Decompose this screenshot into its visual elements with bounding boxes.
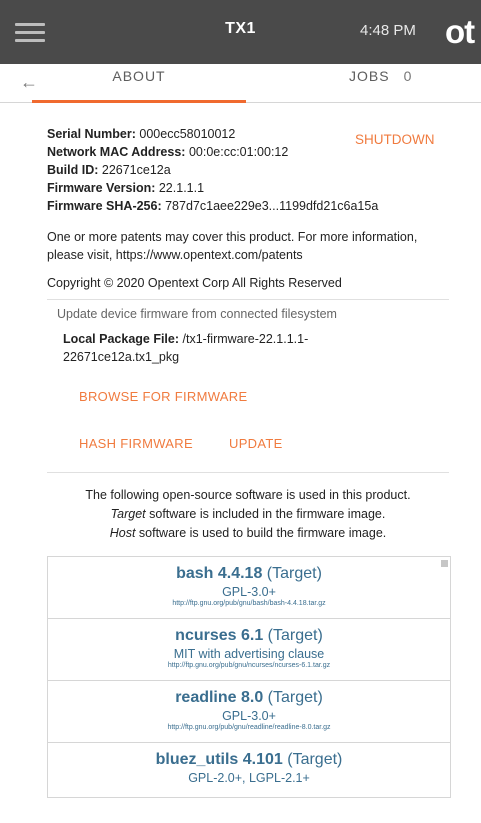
tab-bar: ← ABOUT JOBS 0 [0,64,481,103]
package-license: GPL-3.0+ [222,585,276,599]
package-name: bash 4.4.18 [176,565,263,582]
jobs-count: 0 [403,68,413,84]
scrollbar-thumb[interactable] [441,560,448,567]
package-tag: (Target) [263,689,323,706]
package-title: readline 8.0 (Target) [48,689,450,707]
open-source-notice: The following open-source software is us… [47,486,449,543]
build-id-label: Build ID: [47,163,99,177]
hash-firmware-button[interactable]: HASH FIRMWARE [79,436,193,451]
firmware-sha-row: Firmware SHA-256: 787d7c1aee229e3...1199… [47,197,378,215]
package-name: bluez_utils 4.101 [155,751,283,768]
package-license: GPL-2.0+, LGPL-2.1+ [188,771,310,785]
opentext-logo: ot [445,13,475,50]
package-license: GPL-3.0+ [222,709,276,723]
tab-jobs[interactable]: JOBS 0 [349,64,439,102]
serial-number-value: 000ecc58010012 [139,127,236,141]
app-header: TX1 4:48 PM ot [0,0,481,64]
package-item: readline 8.0 (Target) GPL-3.0+ http://ft… [48,681,450,743]
firmware-version-label: Firmware Version: [47,181,156,195]
active-tab-indicator [32,100,246,103]
serial-number-row: Serial Number: 000ecc58010012 [47,125,378,143]
local-package-label: Local Package File: [63,332,180,346]
oss-line-1: The following open-source software is us… [85,488,411,502]
package-url[interactable]: http://ftp.gnu.org/pub/gnu/bash/bash-4.4… [48,600,450,607]
clock: 4:48 PM [360,22,416,39]
divider [47,472,449,473]
package-url[interactable]: http://ftp.gnu.org/pub/gnu/readline/read… [48,724,450,731]
oss-target-word: Target [110,507,146,521]
package-list[interactable]: bash 4.4.18 (Target) GPL-3.0+ http://ftp… [47,556,451,798]
mac-address-row: Network MAC Address: 00:0e:cc:01:00:12 [47,143,378,161]
package-tag: (Target) [262,565,322,582]
update-section-heading: Update device firmware from connected fi… [57,307,337,321]
oss-line-2: Target software is included in the firmw… [47,505,449,524]
shutdown-button[interactable]: SHUTDOWN [355,132,435,147]
device-info: Serial Number: 000ecc58010012 Network MA… [47,125,378,215]
tab-about[interactable]: ABOUT [32,64,246,103]
package-title: bash 4.4.18 (Target) [48,565,450,583]
package-item: ncurses 6.1 (Target) MIT with advertisin… [48,619,450,681]
tab-jobs-label: JOBS [349,68,390,84]
package-item: bluez_utils 4.101 (Target) GPL-2.0+, LGP… [48,743,450,797]
firmware-sha-value: 787d7c1aee229e3...1199dfd21c6a15a [165,199,379,213]
package-item: bash 4.4.18 (Target) GPL-3.0+ http://ftp… [48,557,450,619]
oss-host-word: Host [109,526,136,540]
firmware-sha-label: Firmware SHA-256: [47,199,162,213]
firmware-version-value: 22.1.1.1 [158,181,205,195]
package-tag: (Target) [263,627,323,644]
oss-line-2-rest: software is included in the firmware ima… [145,507,386,521]
patent-notice: One or more patents may cover this produ… [47,230,418,262]
tab-about-label: ABOUT [112,68,166,84]
mac-address-value: 00:0e:cc:01:00:12 [188,145,289,159]
package-tag: (Target) [282,751,343,768]
package-license: MIT with advertising clause [173,647,325,661]
oss-line-3-rest: software is used to build the firmware i… [135,526,387,540]
local-package-file: Local Package File: /tx1-firmware-22.1.1… [63,330,383,366]
browse-firmware-button[interactable]: BROWSE FOR FIRMWARE [79,389,247,404]
package-title: bluez_utils 4.101 (Target) [48,751,450,769]
oss-line-3: Host software is used to build the firmw… [47,524,449,543]
firmware-version-row: Firmware Version: 22.1.1.1 [47,179,378,197]
build-id-row: Build ID: 22671ce12a [47,161,378,179]
mac-address-label: Network MAC Address: [47,145,186,159]
update-button[interactable]: UPDATE [229,436,283,451]
serial-number-label: Serial Number: [47,127,136,141]
divider [47,299,449,300]
package-name: readline 8.0 [175,689,264,706]
package-title: ncurses 6.1 (Target) [48,627,450,645]
package-name: ncurses 6.1 [175,627,264,644]
package-url[interactable]: http://ftp.gnu.org/pub/gnu/ncurses/ncurs… [48,662,450,669]
copyright-notice: Copyright © 2020 Opentext Corp All Right… [47,276,342,290]
build-id-value: 22671ce12a [101,163,171,177]
